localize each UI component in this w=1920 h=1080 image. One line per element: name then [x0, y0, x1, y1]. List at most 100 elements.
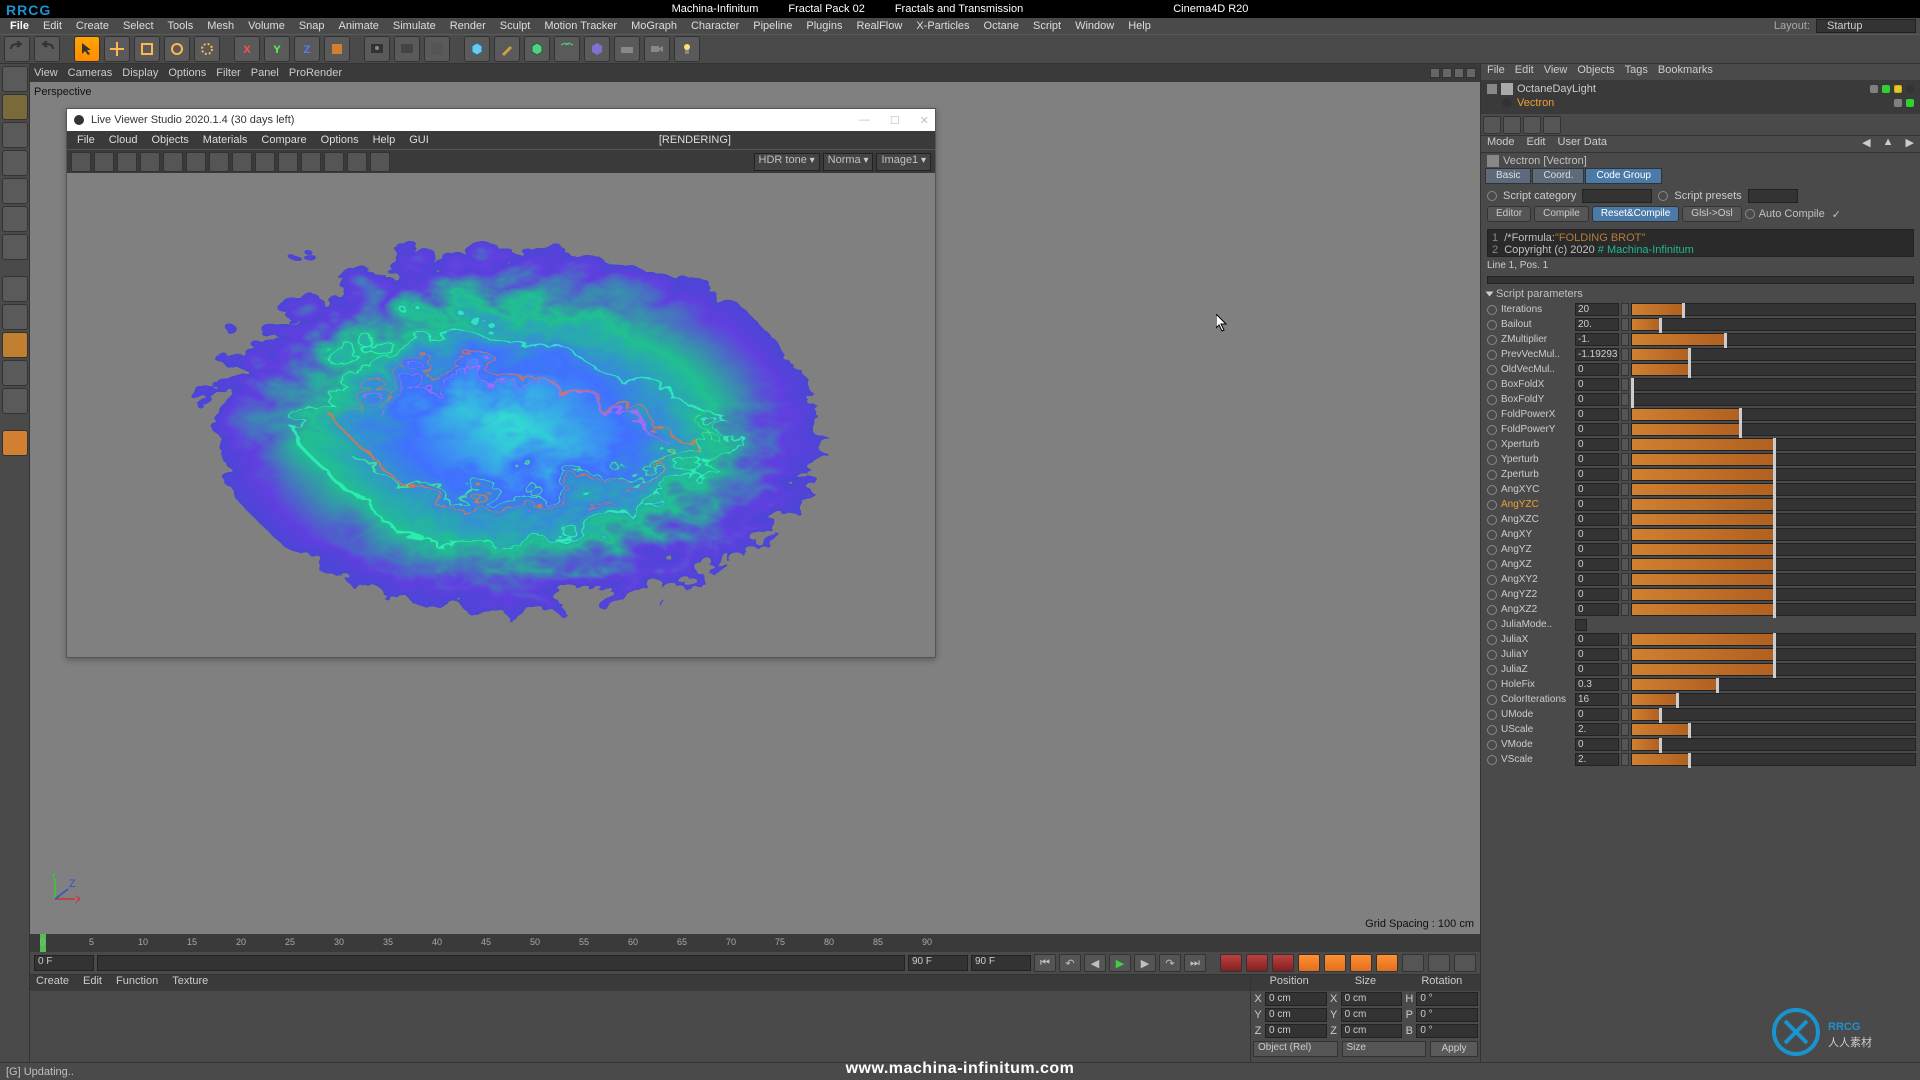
- menu-motion[interactable]: Motion Tracker: [538, 18, 623, 34]
- lv-menu-options[interactable]: Options: [315, 134, 365, 146]
- param-value-input[interactable]: 0: [1575, 663, 1619, 676]
- obj-daylight-name[interactable]: OctaneDayLight: [1517, 83, 1596, 95]
- lt-points[interactable]: [2, 178, 28, 204]
- anim-dot[interactable]: [1487, 740, 1497, 750]
- param-slider[interactable]: [1631, 453, 1916, 466]
- maximize-button[interactable]: ☐: [890, 114, 900, 127]
- anim-dot[interactable]: [1487, 305, 1497, 315]
- anim-dot[interactable]: [1487, 410, 1497, 420]
- mini-tb-3[interactable]: [1523, 116, 1541, 134]
- cm-apply-button[interactable]: Apply: [1430, 1041, 1478, 1057]
- param-spinner[interactable]: [1621, 303, 1629, 316]
- render-pict-button[interactable]: [394, 36, 420, 62]
- cm-x-rot[interactable]: 0 °: [1416, 992, 1478, 1006]
- anim-dot-cat[interactable]: [1487, 191, 1497, 201]
- layout-select[interactable]: Startup: [1816, 19, 1916, 33]
- param-spinner[interactable]: [1621, 438, 1629, 451]
- param-spinner[interactable]: [1621, 393, 1629, 406]
- anim-dot[interactable]: [1487, 650, 1497, 660]
- cm-x-pos[interactable]: 0 cm: [1265, 992, 1327, 1006]
- anim-dot[interactable]: [1487, 365, 1497, 375]
- anim-dot[interactable]: [1487, 455, 1497, 465]
- lv-menu-file[interactable]: File: [71, 134, 101, 146]
- param-spinner[interactable]: [1621, 543, 1629, 556]
- param-value-input[interactable]: 20: [1575, 303, 1619, 316]
- cm-y-size[interactable]: 0 cm: [1341, 1008, 1403, 1022]
- param-spinner[interactable]: [1621, 363, 1629, 376]
- anim-dot[interactable]: [1487, 530, 1497, 540]
- lv-lock-button[interactable]: [209, 152, 229, 172]
- menu-octane[interactable]: Octane: [978, 18, 1025, 34]
- prev-frame-button[interactable]: ◀: [1084, 954, 1106, 972]
- param-value-input[interactable]: 0: [1575, 483, 1619, 496]
- axis-z-button[interactable]: Z: [294, 36, 320, 62]
- cm-z-rot[interactable]: 0 °: [1416, 1024, 1478, 1038]
- am-nav-back[interactable]: ◀: [1862, 136, 1870, 152]
- tab-basic[interactable]: Basic: [1485, 168, 1531, 184]
- param-slider[interactable]: [1631, 678, 1916, 691]
- param-slider[interactable]: [1631, 573, 1916, 586]
- am-mode[interactable]: Mode: [1487, 136, 1515, 152]
- lt-workplane[interactable]: [2, 150, 28, 176]
- param-value-input[interactable]: 0: [1575, 588, 1619, 601]
- tab-code-group[interactable]: Code Group: [1585, 168, 1661, 184]
- goto-end-button[interactable]: ⏭: [1184, 954, 1206, 972]
- vp-menu-display[interactable]: Display: [122, 67, 158, 79]
- menu-create[interactable]: Create: [70, 18, 115, 34]
- minimize-button[interactable]: —: [859, 114, 870, 127]
- anim-dot-auto[interactable]: [1745, 209, 1755, 219]
- material-manager[interactable]: Create Edit Function Texture: [30, 975, 1250, 1062]
- lv-reload-button[interactable]: [140, 152, 160, 172]
- anim-dot[interactable]: [1487, 350, 1497, 360]
- menu-mograph[interactable]: MoGraph: [625, 18, 683, 34]
- param-spinner[interactable]: [1621, 378, 1629, 391]
- anim-dot[interactable]: [1487, 335, 1497, 345]
- param-value-input[interactable]: 0: [1575, 423, 1619, 436]
- param-slider[interactable]: [1631, 708, 1916, 721]
- vp-menu-options[interactable]: Options: [168, 67, 206, 79]
- viewport[interactable]: Perspective Grid Spacing : 100 cm Y X Z …: [30, 82, 1480, 934]
- param-value-input[interactable]: 0: [1575, 438, 1619, 451]
- param-spinner[interactable]: [1621, 423, 1629, 436]
- lt-texture[interactable]: [2, 122, 28, 148]
- lv-tb-12[interactable]: [324, 152, 344, 172]
- param-slider[interactable]: [1631, 348, 1916, 361]
- menu-select[interactable]: Select: [117, 18, 160, 34]
- goto-start-button[interactable]: ⏮: [1034, 954, 1056, 972]
- next-frame-button[interactable]: ▶: [1134, 954, 1156, 972]
- lt-polys[interactable]: [2, 234, 28, 260]
- vp-menu-view[interactable]: View: [34, 67, 58, 79]
- cm-x-size[interactable]: 0 cm: [1341, 992, 1403, 1006]
- param-value-input[interactable]: 0: [1575, 558, 1619, 571]
- param-slider[interactable]: [1631, 423, 1916, 436]
- glsl-osl-button[interactable]: Glsl->Osl: [1682, 206, 1741, 222]
- live-viewer-titlebar[interactable]: Live Viewer Studio 2020.1.4 (30 days lef…: [67, 109, 935, 131]
- lv-norm-select[interactable]: Norma ▾: [823, 153, 874, 171]
- lv-hdr-select[interactable]: HDR tone ▾: [754, 153, 820, 171]
- vis-dot-3[interactable]: [1894, 99, 1902, 107]
- cm-z-size[interactable]: 0 cm: [1341, 1024, 1403, 1038]
- undo-button[interactable]: [4, 36, 30, 62]
- anim-dot[interactable]: [1487, 755, 1497, 765]
- menu-character[interactable]: Character: [685, 18, 745, 34]
- lt-misc[interactable]: [2, 430, 28, 456]
- param-slider[interactable]: [1631, 543, 1916, 556]
- param-value-input[interactable]: 0: [1575, 393, 1619, 406]
- anim-dot[interactable]: [1487, 620, 1497, 630]
- vp-nav-2[interactable]: [1442, 68, 1452, 78]
- render-settings-button[interactable]: [424, 36, 450, 62]
- key-rot-button[interactable]: [1350, 954, 1372, 972]
- auto-compile-check[interactable]: ✓: [1832, 208, 1841, 221]
- param-value-input[interactable]: 0: [1575, 633, 1619, 646]
- param-spinner[interactable]: [1621, 333, 1629, 346]
- scale-tool-button[interactable]: [134, 36, 160, 62]
- cm-size-select[interactable]: Size: [1342, 1041, 1427, 1057]
- prim-array-button[interactable]: [554, 36, 580, 62]
- rotate-tool-button[interactable]: [164, 36, 190, 62]
- param-slider[interactable]: [1631, 438, 1916, 451]
- anim-dot-preset[interactable]: [1658, 191, 1668, 201]
- param-spinner[interactable]: [1621, 708, 1629, 721]
- param-slider[interactable]: [1631, 483, 1916, 496]
- lv-menu-cloud[interactable]: Cloud: [103, 134, 144, 146]
- vp-menu-prorender[interactable]: ProRender: [289, 67, 342, 79]
